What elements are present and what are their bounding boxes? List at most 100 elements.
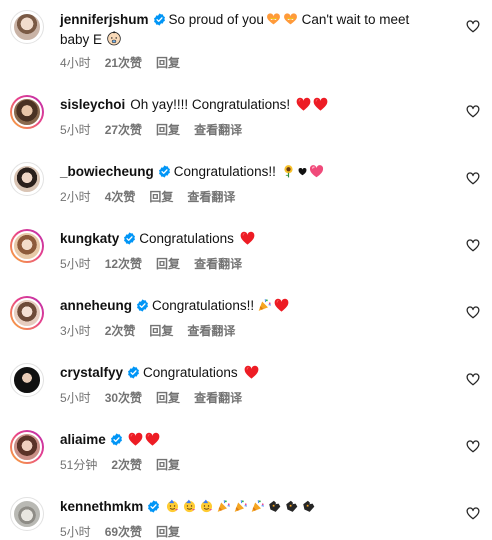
timestamp: 5小时: [60, 123, 91, 137]
party-popper-emoji-icon: [257, 298, 272, 312]
username[interactable]: crystalfyy: [60, 365, 123, 380]
avatar[interactable]: [10, 296, 44, 330]
avatar-photo: [12, 97, 42, 127]
like-count[interactable]: 69次赞: [105, 525, 142, 539]
like-count[interactable]: 2次赞: [111, 458, 142, 472]
party-popper-emoji-icon: [233, 499, 248, 513]
verified-badge-icon: [147, 500, 160, 513]
red-heart-emoji-icon: [145, 432, 160, 446]
username[interactable]: kennethmkm: [60, 499, 143, 514]
verified-badge-icon: [158, 165, 171, 178]
avatar[interactable]: [10, 10, 44, 44]
comment-meta: 4小时 21次赞 回复: [60, 55, 194, 71]
comment-body: _bowiecheung Congratulations!!: [60, 162, 452, 182]
avatar-photo: [12, 499, 42, 529]
see-translation-button[interactable]: 查看翻译: [187, 190, 235, 204]
avatar-photo: [12, 298, 42, 328]
see-translation-button[interactable]: 查看翻译: [187, 324, 235, 338]
username[interactable]: sisleychoi: [60, 97, 125, 112]
timestamp: 3小时: [60, 324, 91, 338]
reply-button[interactable]: 回复: [156, 391, 180, 405]
like-count[interactable]: 21次赞: [105, 56, 142, 70]
see-translation-button[interactable]: 查看翻译: [194, 391, 242, 405]
comment-body: sisleychoi Oh yay!!!! Congratulations!: [60, 95, 452, 115]
comment-text: Congratulations: [139, 231, 234, 246]
timestamp: 2小时: [60, 190, 91, 204]
reply-button[interactable]: 回复: [156, 458, 180, 472]
avatar[interactable]: [10, 363, 44, 397]
comment-meta: 5小时 69次赞 回复: [60, 524, 194, 540]
timestamp: 51分钟: [60, 458, 98, 472]
like-count[interactable]: 30次赞: [105, 391, 142, 405]
avatar-photo: [12, 164, 42, 194]
username[interactable]: jenniferjshum: [60, 12, 149, 27]
like-heart-icon[interactable]: [466, 239, 480, 252]
avatar[interactable]: [10, 229, 44, 263]
username[interactable]: _bowiecheung: [60, 164, 154, 179]
avatar[interactable]: [10, 95, 44, 129]
like-count[interactable]: 2次赞: [105, 324, 136, 338]
clapping-hands-emoji-icon: [301, 499, 316, 513]
reply-button[interactable]: 回复: [149, 190, 173, 204]
comment-text: Oh yay!!!! Congratulations!: [130, 97, 291, 112]
comment-body: anneheung Congratulations!!: [60, 296, 452, 316]
verified-badge-icon: [153, 13, 166, 26]
like-heart-icon[interactable]: [466, 172, 480, 185]
see-translation-button[interactable]: 查看翻译: [194, 123, 242, 137]
like-heart-icon[interactable]: [466, 373, 480, 386]
username[interactable]: kungkaty: [60, 231, 119, 246]
reply-button[interactable]: 回复: [156, 56, 180, 70]
avatar[interactable]: [10, 162, 44, 196]
avatar[interactable]: [10, 497, 44, 531]
like-heart-icon[interactable]: [466, 105, 480, 118]
comment-text: Congratulations!!: [173, 164, 276, 179]
like-heart-icon[interactable]: [466, 20, 480, 33]
comment-text: So proud of you: [168, 12, 264, 27]
timestamp: 5小时: [60, 525, 91, 539]
comment-text-line2: baby E: [60, 32, 103, 47]
like-heart-icon[interactable]: [466, 440, 480, 453]
red-heart-emoji-icon: [244, 365, 259, 379]
reply-button[interactable]: 回复: [156, 123, 180, 137]
baby-emoji-icon: [106, 30, 122, 46]
comment-meta: 2小时 4次赞 回复 查看翻译: [60, 189, 249, 205]
avatar-photo: [12, 432, 42, 462]
comment-body: kennethmkm: [60, 497, 452, 517]
timestamp: 5小时: [60, 391, 91, 405]
reply-button[interactable]: 回复: [156, 525, 180, 539]
like-heart-icon[interactable]: [466, 507, 480, 520]
comment-text: Congratulations!!: [152, 298, 255, 313]
timestamp: 5小时: [60, 257, 91, 271]
username[interactable]: aliaime: [60, 432, 106, 447]
reply-button[interactable]: 回复: [149, 324, 173, 338]
like-heart-icon[interactable]: [466, 306, 480, 319]
avatar-photo: [12, 365, 42, 395]
username[interactable]: anneheung: [60, 298, 132, 313]
comment-text: Congratulations: [143, 365, 238, 380]
clapping-hands-emoji-icon: [267, 499, 282, 513]
comment-body: kungkaty Congratulations: [60, 229, 452, 249]
comment-body: crystalfyy Congratulations: [60, 363, 452, 383]
party-popper-emoji-icon: [250, 499, 265, 513]
verified-badge-icon: [136, 299, 149, 312]
avatar[interactable]: [10, 430, 44, 464]
red-heart-emoji-icon: [274, 298, 289, 312]
avatar-photo: [12, 231, 42, 261]
comment-body: jenniferjshum So proud of you Can't wait …: [60, 10, 452, 50]
like-count[interactable]: 4次赞: [105, 190, 136, 204]
bow-heart-emoji-icon: [266, 12, 281, 26]
like-count[interactable]: 27次赞: [105, 123, 142, 137]
see-translation-button[interactable]: 查看翻译: [194, 257, 242, 271]
reply-button[interactable]: 回复: [156, 257, 180, 271]
clapping-hands-emoji-icon: [284, 499, 299, 513]
party-popper-emoji-icon: [216, 499, 231, 513]
verified-badge-icon: [123, 232, 136, 245]
comment-body: aliaime: [60, 430, 452, 450]
comment-meta: 5小时 12次赞 回复 查看翻译: [60, 256, 256, 272]
party-face-emoji-icon: [199, 499, 214, 513]
bow-heart-emoji-icon: [283, 12, 298, 26]
avatar-photo: [12, 12, 42, 42]
comment-meta: 5小时 30次赞 回复 查看翻译: [60, 390, 256, 406]
party-face-emoji-icon: [165, 499, 180, 513]
like-count[interactable]: 12次赞: [105, 257, 142, 271]
